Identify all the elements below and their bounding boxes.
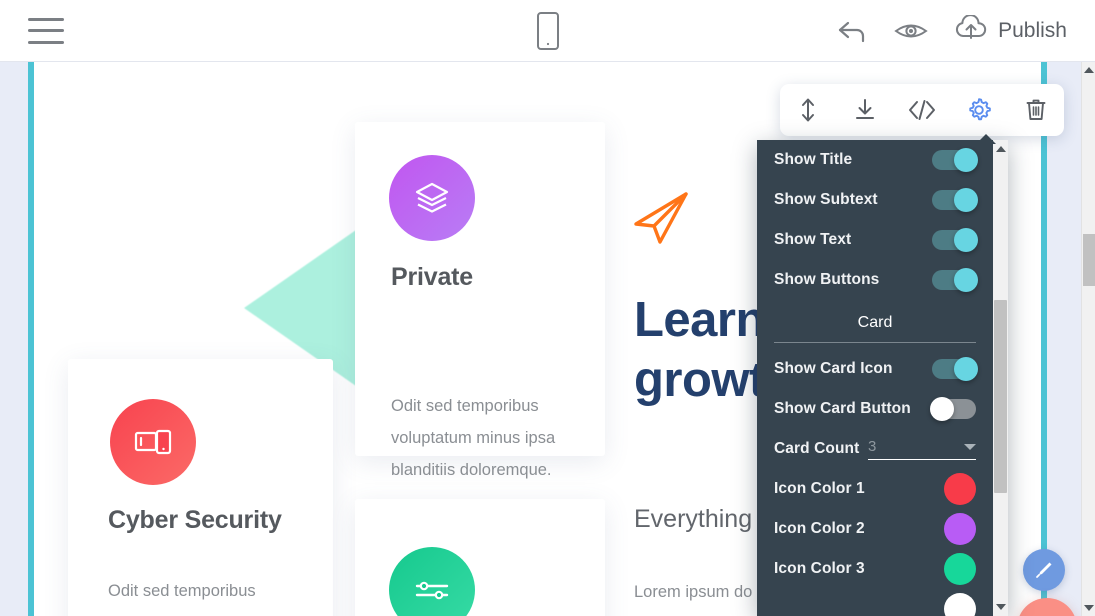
move-vertical-icon[interactable] xyxy=(788,90,828,130)
toggle-knob xyxy=(954,268,978,292)
hamburger-bar xyxy=(28,17,64,21)
hamburger-bar xyxy=(28,29,64,32)
toggle-knob xyxy=(954,228,978,252)
toggle-knob xyxy=(930,397,954,421)
card-count-value: 3 xyxy=(868,438,877,455)
toggle-show-subtext[interactable] xyxy=(932,188,978,212)
color-swatch-1[interactable] xyxy=(944,473,976,505)
section-header-card: Card xyxy=(857,314,893,331)
setting-label: Show Subtext xyxy=(774,191,878,208)
eye-preview-icon[interactable] xyxy=(894,19,928,43)
scroll-up-arrow-icon[interactable] xyxy=(1084,67,1094,73)
setting-row-icon-color-3[interactable]: Icon Color 3 xyxy=(774,549,976,589)
setting-row-show-buttons[interactable]: Show Buttons xyxy=(774,260,978,300)
toggle-show-text[interactable] xyxy=(932,228,978,252)
layers-icon xyxy=(380,146,484,250)
setting-row-show-title[interactable]: Show Title xyxy=(774,140,978,180)
setting-row-icon-color-4[interactable] xyxy=(774,589,976,616)
topbar-actions: Publish xyxy=(836,14,1067,46)
scroll-up-arrow-icon[interactable] xyxy=(996,146,1006,152)
toggle-show-buttons[interactable] xyxy=(932,268,978,292)
toggle-show-card-icon[interactable] xyxy=(932,357,978,381)
chevron-down-icon xyxy=(964,443,976,450)
scrollbar-thumb[interactable] xyxy=(994,300,1007,493)
settings-panel-content: Show Title Show Subtext Show Text Show B… xyxy=(757,140,993,616)
setting-label: Show Card Button xyxy=(774,400,911,417)
settings-panel-scrollbar[interactable] xyxy=(993,140,1008,616)
browser-scrollbar[interactable] xyxy=(1081,62,1095,616)
color-swatch-3[interactable] xyxy=(944,553,976,585)
setting-label: Show Buttons xyxy=(774,271,880,288)
color-swatch-4[interactable] xyxy=(944,593,976,616)
cloud-upload-icon xyxy=(954,14,988,46)
undo-arrow-icon[interactable] xyxy=(836,17,868,45)
scroll-down-arrow-icon[interactable] xyxy=(1084,605,1094,611)
color-swatch-2[interactable] xyxy=(944,513,976,545)
setting-row-show-text[interactable]: Show Text xyxy=(774,220,978,260)
mobile-device-icon[interactable] xyxy=(536,11,560,50)
card-title: Private xyxy=(391,263,473,291)
publish-button[interactable]: Publish xyxy=(954,14,1067,46)
trash-icon[interactable] xyxy=(1016,90,1056,130)
toggle-knob xyxy=(954,357,978,381)
setting-row-icon-color-2[interactable]: Icon Color 2 xyxy=(774,509,976,549)
card-body: Odit sed temporibus voluptatum minus ips… xyxy=(108,582,272,616)
setting-row-show-card-button[interactable]: Show Card Button xyxy=(774,389,976,429)
devices-icon xyxy=(101,390,205,494)
selection-border-left xyxy=(28,62,34,616)
element-toolbar xyxy=(780,84,1064,136)
setting-label: Show Title xyxy=(774,151,853,168)
panel-caret xyxy=(976,134,996,144)
scrollbar-thumb[interactable] xyxy=(1083,234,1095,286)
sliders-icon xyxy=(380,538,484,616)
card-body: Odit sed temporibus voluptatum minus ips… xyxy=(391,397,556,479)
setting-label: Icon Color 3 xyxy=(774,560,865,577)
card-title: Cyber Security xyxy=(108,506,282,534)
setting-row-card-count[interactable]: Card Count 3 xyxy=(774,429,976,469)
code-icon[interactable] xyxy=(902,90,942,130)
setting-label: Show Text xyxy=(774,231,852,248)
paper-plane-icon xyxy=(632,190,692,253)
hamburger-bar xyxy=(28,40,64,44)
setting-label: Card Count xyxy=(774,440,860,457)
feature-card-private[interactable]: Private Odit sed temporibus voluptatum m… xyxy=(355,122,605,479)
app-topbar: Publish xyxy=(0,0,1095,62)
settings-panel: Show Title Show Subtext Show Text Show B… xyxy=(757,140,1008,616)
brush-edit-icon[interactable] xyxy=(1023,549,1065,591)
setting-label: Icon Color 1 xyxy=(774,480,865,497)
selection-border-right xyxy=(1041,62,1047,616)
toggle-knob xyxy=(954,188,978,212)
toggle-show-title[interactable] xyxy=(932,148,978,172)
gear-icon[interactable] xyxy=(959,90,999,130)
setting-label: Icon Color 2 xyxy=(774,520,865,537)
scroll-down-arrow-icon[interactable] xyxy=(996,604,1006,610)
toggle-show-card-button[interactable] xyxy=(930,397,976,421)
feature-card-cyber-security[interactable]: Cyber Security Odit sed temporibus volup… xyxy=(68,359,333,616)
setting-row-icon-color-1[interactable]: Icon Color 1 xyxy=(774,469,976,509)
setting-label: Show Card Icon xyxy=(774,360,893,377)
setting-row-show-subtext[interactable]: Show Subtext xyxy=(774,180,978,220)
setting-row-show-card-icon[interactable]: Show Card Icon xyxy=(774,349,978,389)
section-divider xyxy=(774,342,976,343)
feature-card-cyber-industry[interactable]: Cyber Industry xyxy=(355,499,605,616)
hamburger-menu-icon[interactable] xyxy=(28,17,64,44)
publish-label: Publish xyxy=(998,18,1067,42)
download-icon[interactable] xyxy=(845,90,885,130)
toggle-knob xyxy=(954,148,978,172)
card-count-dropdown[interactable]: 3 xyxy=(868,438,976,460)
